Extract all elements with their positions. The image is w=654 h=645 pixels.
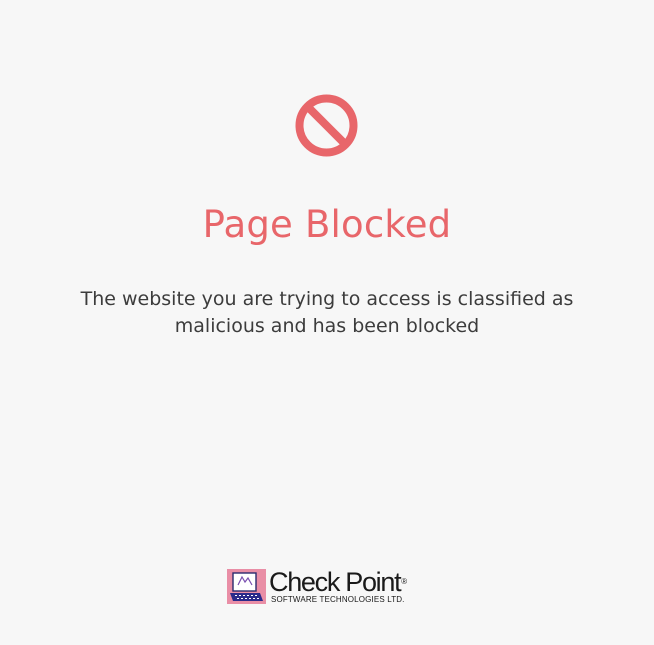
logo-name: Check Point: [269, 567, 402, 597]
registered-mark: ®: [401, 577, 408, 586]
logo-tagline: SOFTWARE TECHNOLOGIES LTD.: [271, 595, 405, 604]
logo-wordmark: Check Point®: [269, 568, 407, 596]
blocked-icon: [295, 94, 358, 157]
check-point-logo: Check Point® SOFTWARE TECHNOLOGIES LTD.: [227, 568, 437, 606]
page-title: Page Blocked: [202, 203, 452, 246]
block-message: The website you are trying to access is …: [80, 288, 574, 337]
check-point-logo-icon: [227, 569, 266, 604]
